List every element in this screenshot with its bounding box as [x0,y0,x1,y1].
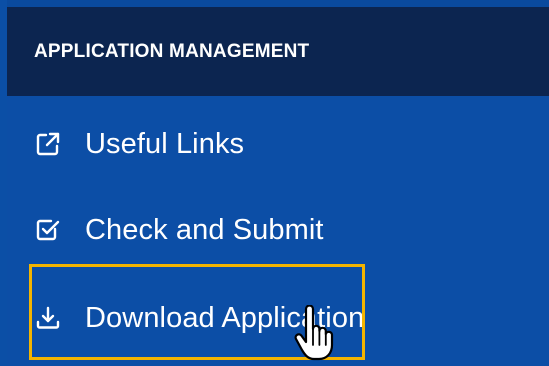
download-icon [35,305,61,331]
menu-item-label: Download Application [85,301,365,334]
checkbox-icon [35,217,61,243]
sidebar-edge [0,0,7,366]
section-header: APPLICATION MANAGEMENT [7,7,549,96]
menu-item-label: Check and Submit [85,213,324,246]
menu-item-label: Useful Links [85,127,245,160]
menu-item-useful-links[interactable]: Useful Links [7,104,549,184]
external-link-icon [35,131,61,157]
section-title: APPLICATION MANAGEMENT [34,40,310,62]
sidebar-menu: Useful Links Check and Submit Download A… [7,96,549,366]
app-sidebar-frame: APPLICATION MANAGEMENT Useful Links Chec… [0,0,549,366]
menu-item-download-application[interactable]: Download Application [7,278,549,358]
menu-item-check-and-submit[interactable]: Check and Submit [7,190,549,270]
